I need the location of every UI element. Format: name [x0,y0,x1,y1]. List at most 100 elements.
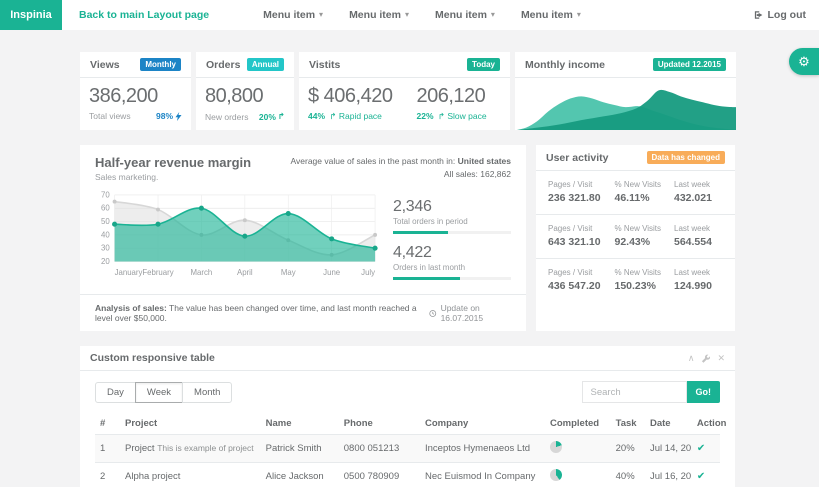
orders-month-progress [393,277,511,280]
check-icon[interactable]: ✔ [697,443,705,454]
activity-col-label: Pages / Visit [548,224,615,233]
svg-text:20: 20 [101,257,110,266]
revenue-area-chart: 203040506070JanuaryFebruaryMarchAprilMay… [95,188,379,288]
monthly-income-card: Monthly income Updated 12.2015 [515,52,736,130]
brand-logo[interactable]: Inspinia [0,0,62,30]
period-button-group: Day Week Month [95,382,232,403]
table-controls: Day Week Month Go! [95,381,720,403]
svg-text:60: 60 [101,204,110,213]
svg-text:July: July [361,268,375,277]
menu-item-label: Menu item [263,9,315,21]
nav-menu-item-3[interactable]: Menu item ▾ [422,0,508,30]
close-icon[interactable]: ✕ [717,354,725,363]
caret-down-icon: ▾ [405,11,409,19]
visits-right-delta: 22% [416,111,433,121]
monthly-income-chart [515,78,736,130]
revenue-title: Half-year revenue margin [95,155,251,170]
orders-delta-value: 20% [259,112,276,122]
revenue-chart-section: 203040506070JanuaryFebruaryMarchAprilMay… [80,186,526,294]
analysis-text: Analysis of sales: The value has been ch… [95,303,429,323]
svg-text:70: 70 [101,190,110,199]
bolt-icon [175,112,182,121]
card-title: Vistits [309,59,340,71]
cell-date: Jul 16, 2013 [645,463,692,487]
annual-badge: Annual [247,58,284,71]
logout-button[interactable]: Log out [740,9,819,21]
monthly-income-header: Monthly income Updated 12.2015 [515,52,736,78]
user-activity-header: User activity Data has changed [536,145,735,171]
wrench-icon[interactable] [701,354,710,363]
avg-sales-country: United states [458,156,511,166]
level-up-icon: ↱ [278,111,285,122]
cell-name: Patrick Smith [261,435,339,463]
views-label: Total views [89,111,131,121]
nav-menu-item-2[interactable]: Menu item ▾ [336,0,422,30]
activity-value: 92.43% [615,236,675,248]
level-up-icon: ↱ [329,111,336,121]
activity-value: 150.23% [615,280,675,292]
nav-menu-item-1[interactable]: Menu item ▾ [250,0,336,30]
projects-table: # Project Name Phone Company Completed T… [95,413,720,487]
mid-row: Half-year revenue margin Sales marketing… [80,145,735,331]
cell-project: Project This is example of project [120,435,261,463]
svg-text:February: February [142,268,173,277]
svg-text:January: January [115,268,143,277]
user-activity-panel: User activity Data has changed Pages / V… [536,145,735,331]
user-activity-title: User activity [546,152,608,164]
nav-menu-item-4[interactable]: Menu item ▾ [508,0,594,30]
back-to-layout-link[interactable]: Back to main Layout page [66,0,222,30]
revenue-panel: Half-year revenue margin Sales marketing… [80,145,526,331]
analysis-label: Analysis of sales: [95,303,167,313]
views-card: Views Monthly 386,200 Total views 98% [80,52,191,130]
data-changed-badge: Data has changed [647,151,725,164]
visits-left-value: $ 406,420 [308,85,392,107]
cell-date: Jul 14, 2013 [645,435,692,463]
go-button[interactable]: Go! [687,381,721,403]
svg-text:30: 30 [101,244,110,253]
orders-card: Orders Annual 80,800 New orders 20% ↱ [196,52,294,130]
visits-right-label: Slow pace [447,111,486,121]
activity-row: Pages / Visit643 321.10 % New Visits92.4… [536,215,735,259]
visits-left-label: Rapid pace [339,111,382,121]
collapse-icon[interactable]: ∧ [688,354,695,363]
cell-num: 2 [95,463,120,487]
tab-week[interactable]: Week [135,382,183,403]
tab-month[interactable]: Month [182,382,232,403]
svg-text:May: May [281,268,296,277]
col-date: Date [645,413,692,435]
activity-col-label: Pages / Visit [548,268,615,277]
cell-company: Inceptos Hymenaeos Ltd [420,435,545,463]
custom-table-panel: Custom responsive table ∧ ✕ Day Week Mon… [80,346,735,487]
stats-row: Views Monthly 386,200 Total views 98% [80,52,735,130]
activity-col-label: % New Visits [615,224,675,233]
orders-month-value: 4,422 [393,244,511,262]
table-row: 2 Alpha project Alice Jackson 0500 78090… [95,463,720,487]
completed-pie-chart [550,469,562,481]
gears-icon: ⚙ [798,55,810,68]
visits-left-delta: 44% [308,111,325,121]
table-row: 1 Project This is example of project Pat… [95,435,720,463]
views-value: 386,200 [89,85,182,107]
revenue-summary: Average value of sales in the past month… [291,155,512,182]
activity-row: Pages / Visit436 547.20 % New Visits150.… [536,259,735,302]
update-date: Update on 16.07.2015 [441,303,511,323]
activity-col-label: Pages / Visit [548,180,615,189]
theme-config-button[interactable]: ⚙ [789,48,819,75]
svg-text:April: April [237,268,253,277]
income-area-chart [515,78,736,130]
caret-down-icon: ▾ [577,11,581,19]
col-name: Name [261,413,339,435]
revenue-footer: Analysis of sales: The value has been ch… [80,294,526,331]
visits-card-header: Vistits Today [299,52,510,78]
project-name: Project [125,443,155,454]
update-info: Update on 16.07.2015 [429,303,511,323]
sign-out-icon [753,10,763,20]
visits-card: Vistits Today $ 406,420 44% ↱ Rapid pace [299,52,510,130]
svg-text:40: 40 [101,230,110,239]
visits-card-body: $ 406,420 44% ↱ Rapid pace 206,120 22% [299,78,510,130]
tab-day[interactable]: Day [95,382,136,403]
orders-period-label: Total orders in period [393,217,511,226]
check-icon[interactable]: ✔ [697,471,705,482]
search-group: Go! [582,381,721,403]
search-input[interactable] [582,381,687,403]
